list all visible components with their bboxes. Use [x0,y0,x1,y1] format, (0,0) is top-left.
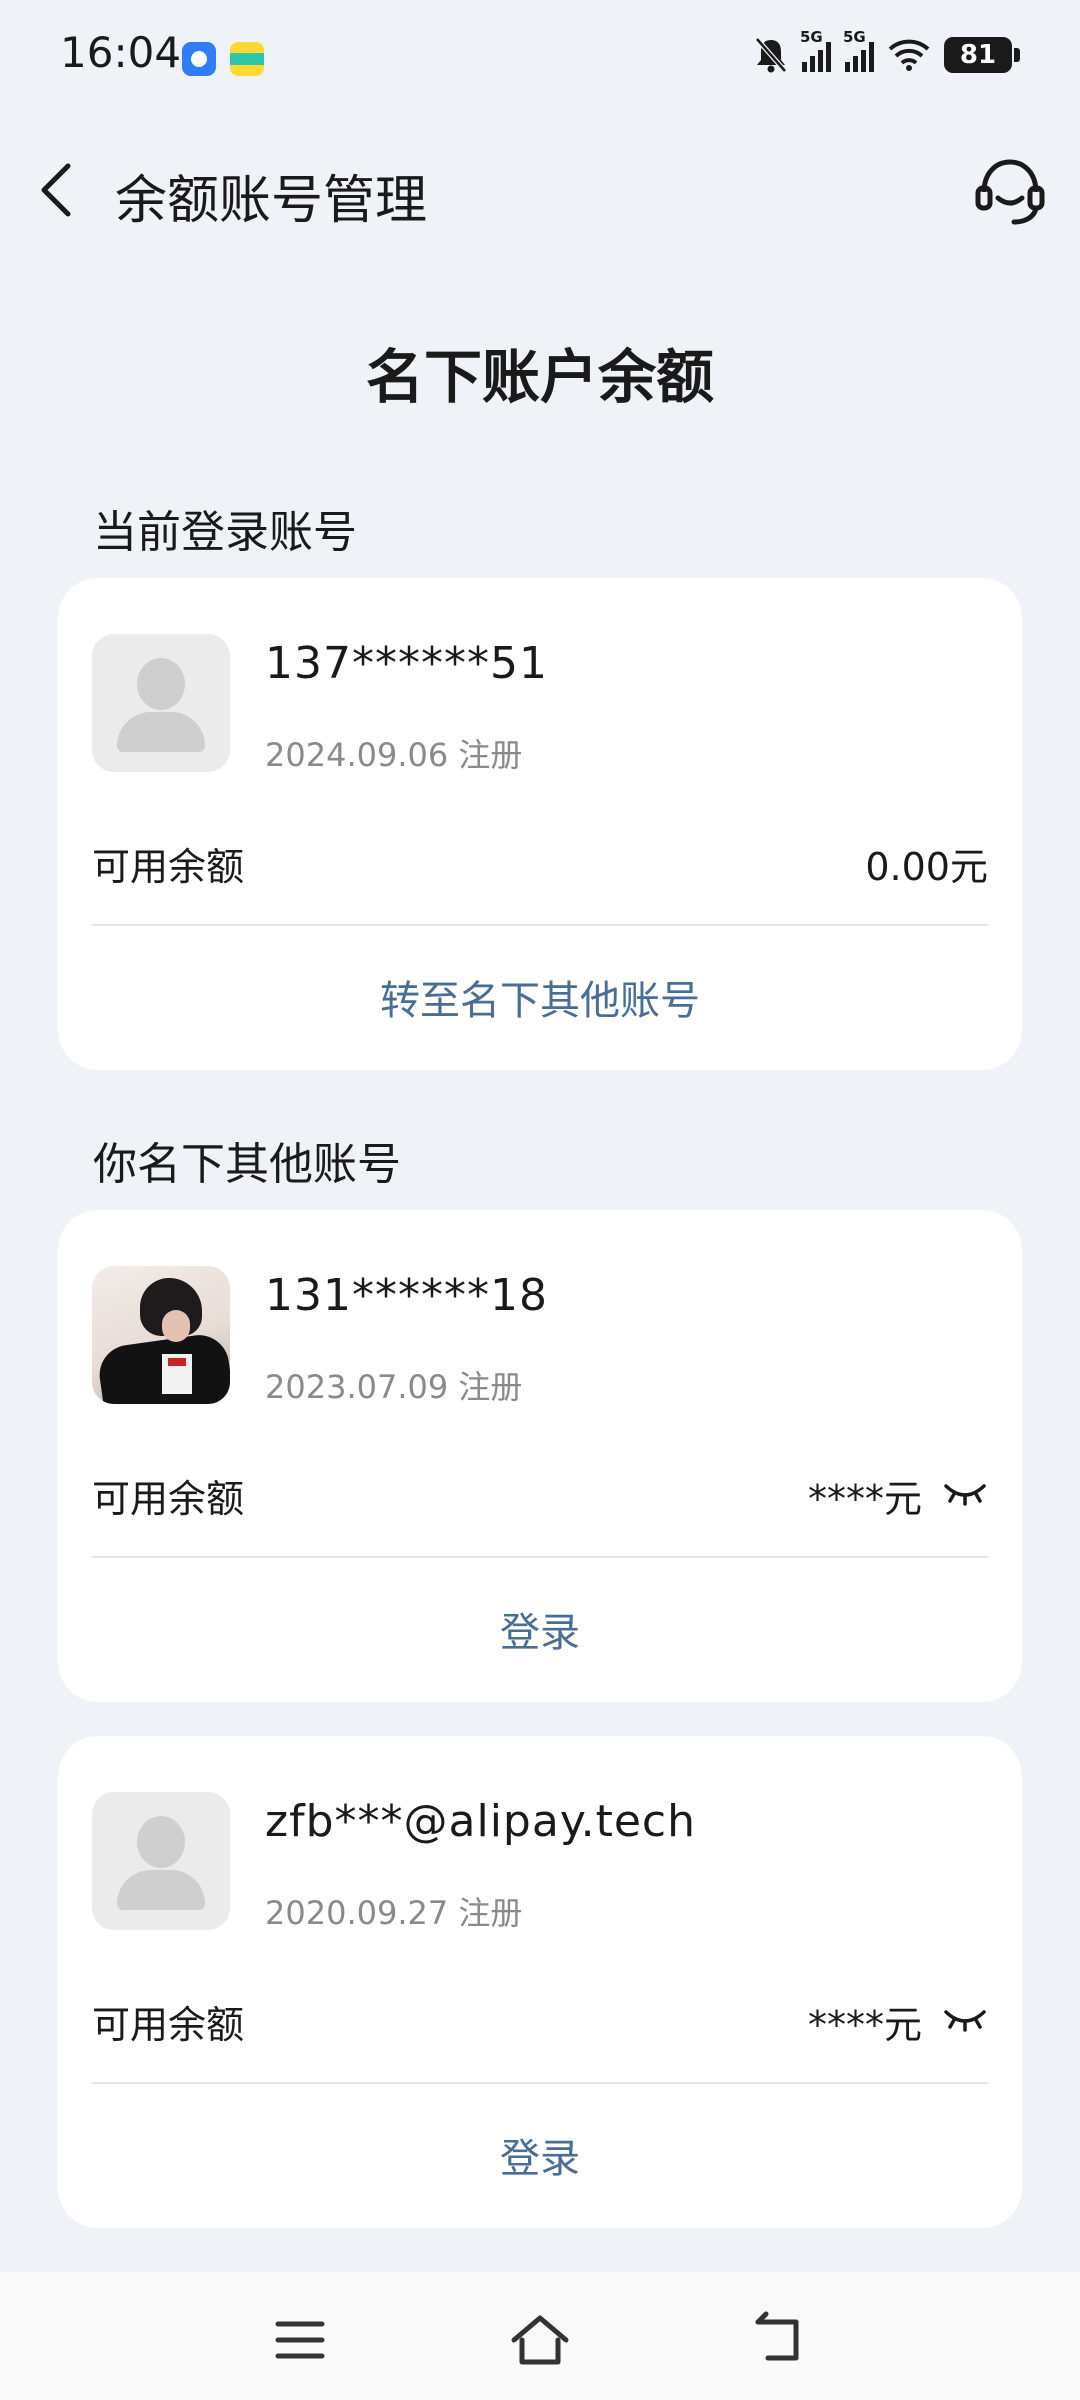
login-button[interactable]: 登录 [58,2126,1022,2184]
customer-service-headset-icon[interactable] [972,152,1048,228]
login-button[interactable]: 登录 [58,1600,1022,1658]
balance-value: 0.00元 [865,845,988,889]
main-heading: 名下账户余额 [365,343,714,411]
other-accounts-section-label: 你名下其他账号 [93,1139,401,1190]
page-title: 余额账号管理 [115,171,428,231]
other-account-card-2: zfb***@alipay.tech 2020.09.27 注册 可用余额 **… [58,1736,1022,2228]
avatar [92,1266,230,1404]
avatar [92,634,230,772]
app-notification-icon [182,42,216,76]
avatar [92,1792,230,1930]
status-time: 16:04 [60,28,182,77]
registration-date: 2024.09.06 注册 [265,736,523,774]
balance-label: 可用余额 [92,1477,245,1521]
registration-date: 2020.09.27 注册 [265,1894,523,1932]
transfer-to-other-account-button[interactable]: 转至名下其他账号 [58,968,1022,1026]
balance-label: 可用余额 [92,845,245,889]
divider [92,2082,988,2084]
other-account-card: 131******18 2023.07.09 注册 可用余额 ****元 登录 [58,1210,1022,1702]
divider [92,924,988,926]
signal-icon: 5G [800,28,831,72]
account-name: 137******51 [265,638,548,689]
current-account-section-label: 当前登录账号 [93,507,357,558]
balance-value: ****元 [807,2003,922,2047]
divider [92,1556,988,1558]
mute-bell-icon [755,37,787,73]
back-icon[interactable] [750,2310,810,2370]
status-icons: 5G 5G 81 [754,28,1020,80]
battery-icon: 81 [944,37,1012,73]
wifi-icon [888,39,930,71]
network-type-label-2: 5G [843,28,866,46]
current-account-card: 137******51 2024.09.06 注册 可用余额 0.00元 转至名… [58,578,1022,1070]
balance-value: ****元 [807,1477,922,1521]
eye-closed-icon[interactable] [942,1472,988,1512]
chevron-left-icon[interactable] [36,160,80,220]
balance-label: 可用余额 [92,2003,245,2047]
battery-tip [1014,48,1020,62]
system-navigation-bar [0,2272,1080,2400]
account-name: zfb***@alipay.tech [265,1796,696,1847]
signal-icon-2: 5G [843,28,874,72]
home-icon[interactable] [510,2310,570,2370]
account-name: 131******18 [265,1270,548,1321]
menu-icon[interactable] [270,2310,330,2370]
network-type-label: 5G [800,28,823,46]
eye-closed-icon[interactable] [942,1998,988,2038]
registration-date: 2023.07.09 注册 [265,1368,523,1406]
app-notification-icon-2 [230,42,264,76]
